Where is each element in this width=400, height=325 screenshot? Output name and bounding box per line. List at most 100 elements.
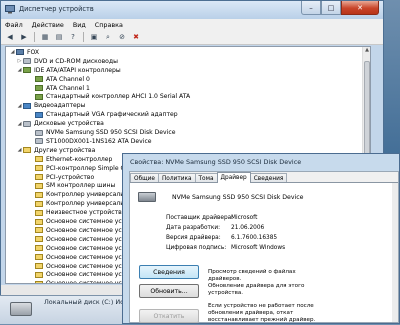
dialog-title: Свойства: NVMe Samsung SSD 950 SCSI Disk… <box>130 158 302 166</box>
unknown-device-icon <box>35 209 43 216</box>
tab-driver[interactable]: Драйвер <box>216 172 251 183</box>
tree-item-label: NVMe Samsung SSD 950 SCSI Disk Device <box>46 129 176 137</box>
device-manager-icon <box>5 5 15 14</box>
tree-item[interactable]: Неизвестное устройство <box>28 208 125 217</box>
window-title: Диспетчер устройств <box>19 5 94 13</box>
collapse-arrow-icon[interactable]: ◢ <box>16 67 23 73</box>
forward-icon[interactable]: ▶ <box>18 32 30 43</box>
unknown-device-icon <box>35 254 43 261</box>
uninstall-icon[interactable]: ✖ <box>130 32 142 43</box>
unknown-device-icon <box>35 191 43 198</box>
unknown-device-icon <box>23 147 31 154</box>
disk-device-icon <box>35 138 43 145</box>
toolbar-separator <box>34 32 35 42</box>
local-disk-icon <box>10 302 32 316</box>
unknown-device-icon <box>35 271 43 278</box>
unknown-device-icon <box>35 236 43 243</box>
toolbar-separator <box>83 32 84 42</box>
properties-icon[interactable]: ▤ <box>53 32 65 43</box>
rollback-driver-button[interactable]: Откатить <box>139 309 199 323</box>
unknown-device-icon <box>35 174 43 181</box>
tree-item[interactable]: PCI-устройство <box>28 173 94 182</box>
tree-item-label: Стандартный VGA графический адаптер <box>46 111 178 119</box>
prop-label: Цифровая подпись: <box>166 245 227 251</box>
minimize-button[interactable]: – <box>301 1 321 15</box>
tree-item[interactable]: ◢ IDE ATA/ATAPI контроллеры <box>16 66 121 75</box>
tree-item[interactable]: Ethernet-контроллер <box>28 155 112 164</box>
unknown-device-icon <box>35 165 43 172</box>
disk-device-icon <box>23 120 31 127</box>
tree-item-label: FOX <box>27 48 40 56</box>
unknown-device-icon <box>35 182 43 189</box>
tree-item-label: SM контроллер шины <box>46 182 116 190</box>
tree-item-label: ATA Channel 0 <box>46 75 90 83</box>
tree-view-icon[interactable]: ▦ <box>39 32 51 43</box>
collapse-arrow-icon[interactable]: ◢ <box>16 147 23 153</box>
update-driver-desc: Обновление драйвера для этого устройства… <box>208 283 305 297</box>
mon-device-icon <box>35 111 43 118</box>
tree-item-label: ST1000DX001-1NS162 ATA Device <box>46 137 152 145</box>
rollback-driver-desc: Если устройство не работает после обновл… <box>208 303 316 324</box>
pc-device-icon <box>16 49 24 56</box>
properties-dialog: Свойства: NVMe Samsung SSD 950 SCSI Disk… <box>122 153 400 324</box>
back-icon[interactable]: ◀ <box>4 32 16 43</box>
tree-item[interactable]: ATA Channel 1 <box>28 84 90 93</box>
maximize-button[interactable]: □ <box>321 1 341 15</box>
tree-item[interactable]: Стандартный VGA графический адаптер <box>28 110 178 119</box>
update-driver-button[interactable]: Обновить... <box>139 284 199 298</box>
tree-item[interactable]: NVMe Samsung SSD 950 SCSI Disk Device <box>28 128 175 137</box>
driver-details-button[interactable]: Сведения <box>139 265 199 279</box>
close-icon: ✕ <box>357 3 363 12</box>
device-name: NVMe Samsung SSD 950 SCSI Disk Device <box>172 194 304 201</box>
expand-arrow-icon[interactable]: ▷ <box>16 58 23 64</box>
disk-device-icon <box>23 58 31 65</box>
collapse-arrow-icon[interactable]: ◢ <box>16 121 23 127</box>
toolbar: ◀ ▶ ▦ ▤ ? ▣ ⌕ ⊘ ✖ <box>1 30 383 45</box>
tree-item[interactable]: Стандартный контроллер AHCI 1.0 Serial A… <box>28 93 190 102</box>
update-driver-icon[interactable]: ▣ <box>88 32 100 43</box>
close-button[interactable]: ✕ <box>341 1 379 15</box>
disk-drive-icon <box>138 192 156 202</box>
unknown-device-icon <box>35 245 43 252</box>
tree-item[interactable]: SM контроллер шины <box>28 182 115 191</box>
tree-item[interactable]: ATA Channel 0 <box>28 75 90 84</box>
dialog-body: Общие Политика Тома Драйвер Сведения NVM… <box>129 171 399 323</box>
tree-item[interactable]: ◢ Другие устройства <box>16 146 96 155</box>
menu-file[interactable]: Файл <box>5 21 23 29</box>
tree-item[interactable]: ▷ DVD и CD-ROM дисководы <box>16 57 118 66</box>
tree-item-label: Дисковые устройства <box>34 120 104 128</box>
menu-action[interactable]: Действие <box>32 21 64 29</box>
scroll-up-icon[interactable]: ▲ <box>363 47 370 55</box>
help-icon[interactable]: ? <box>67 32 79 43</box>
prop-value: Microsoft Windows <box>231 245 286 251</box>
collapse-arrow-icon[interactable]: ◢ <box>9 49 16 55</box>
tree-item[interactable]: ◢ Видеоадаптеры <box>16 101 86 110</box>
menu-bar: Файл Действие Вид Справка <box>1 19 383 30</box>
menu-help[interactable]: Справка <box>95 21 123 29</box>
disk-device-icon <box>35 129 43 136</box>
minimize-icon: – <box>309 3 313 12</box>
dialog-scrollbar[interactable] <box>392 183 398 322</box>
maximize-icon: □ <box>327 3 335 12</box>
tree-item[interactable]: ◢ Дисковые устройства <box>16 119 104 128</box>
tree-item-label: Неизвестное устройство <box>46 209 126 217</box>
disable-icon[interactable]: ⊘ <box>116 32 128 43</box>
driver-panel: NVMe Samsung SSD 950 SCSI Disk Device По… <box>130 182 398 324</box>
tree-item-label: IDE ATA/ATAPI контроллеры <box>34 66 121 74</box>
chip-device-icon <box>35 76 43 83</box>
tree-item-label: DVD и CD-ROM дисководы <box>34 57 118 65</box>
tree-item[interactable]: ST1000DX001-1NS162 ATA Device <box>28 137 152 146</box>
unknown-device-icon <box>35 200 43 207</box>
title-bar[interactable]: Диспетчер устройств – □ ✕ <box>1 1 383 19</box>
scan-hardware-icon[interactable]: ⌕ <box>102 32 114 43</box>
chip-device-icon <box>35 85 43 92</box>
unknown-device-icon <box>35 280 43 283</box>
chip-device-icon <box>23 67 31 74</box>
prop-value: Microsoft <box>231 215 258 221</box>
prop-value: 21.06.2006 <box>231 225 265 231</box>
collapse-arrow-icon[interactable]: ◢ <box>16 103 23 109</box>
mon-device-icon <box>23 102 31 109</box>
prop-value: 6.1.7600.16385 <box>231 235 278 241</box>
menu-view[interactable]: Вид <box>73 21 86 29</box>
tree-item[interactable]: ◢ FOX <box>9 48 40 57</box>
